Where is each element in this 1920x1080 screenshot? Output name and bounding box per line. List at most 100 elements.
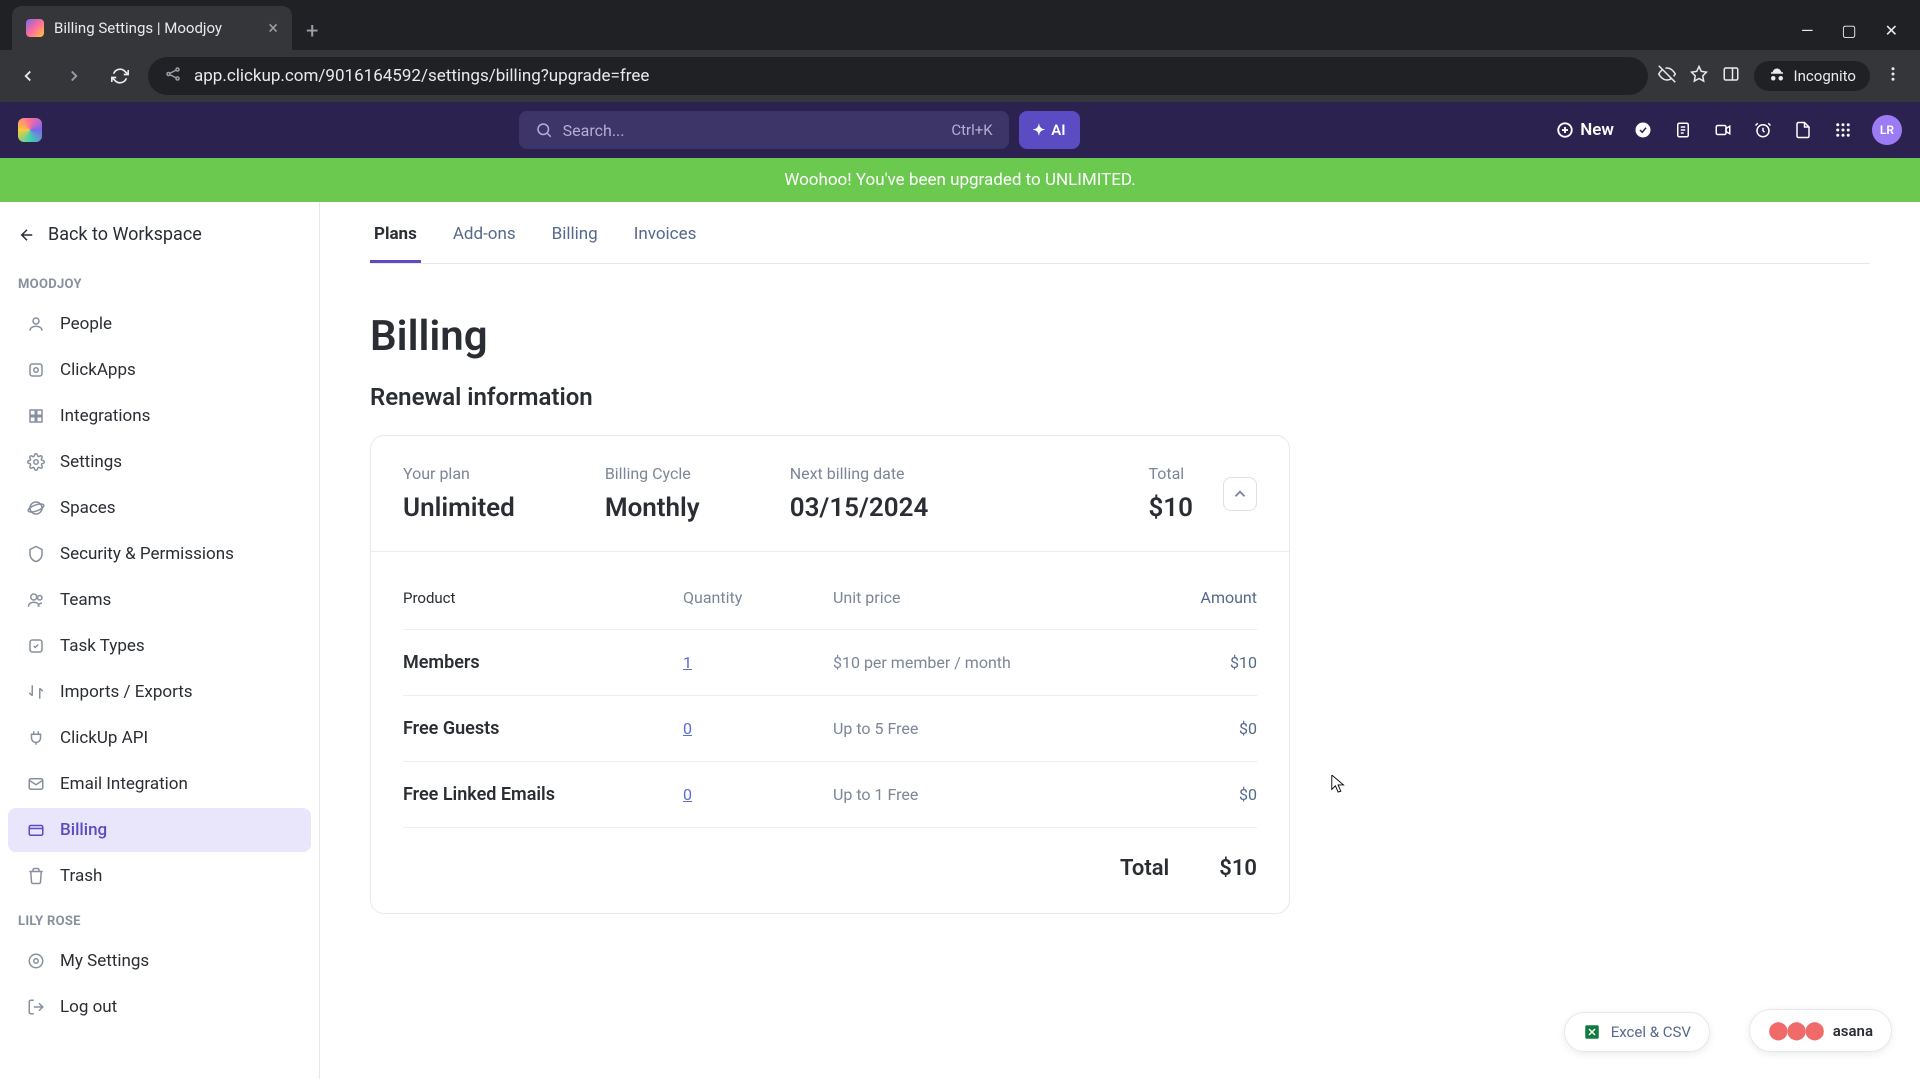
maximize-icon[interactable]: ▢: [1841, 21, 1856, 40]
excel-icon: [1583, 1023, 1601, 1041]
tab-addons[interactable]: Add-ons: [449, 224, 520, 263]
browser-tab-strip: Billing Settings | Moodjoy × + — ▢ ✕: [0, 0, 1920, 50]
sidebar-item-people[interactable]: People: [8, 302, 311, 346]
kebab-icon[interactable]: [1884, 65, 1902, 87]
search-input[interactable]: Search... Ctrl+K: [519, 111, 1009, 149]
sidebar-item-clickapps[interactable]: ClickApps: [8, 348, 311, 392]
incognito-badge[interactable]: Incognito: [1754, 61, 1870, 91]
reload-icon[interactable]: [102, 58, 138, 94]
search-shortcut: Ctrl+K: [951, 121, 992, 139]
plus-circle-icon: [1556, 121, 1574, 139]
collapse-button[interactable]: [1223, 477, 1257, 511]
table-row: Free Guests 0 Up to 5 Free $0: [403, 696, 1257, 762]
doc-icon[interactable]: [1792, 119, 1814, 141]
browser-tab[interactable]: Billing Settings | Moodjoy ×: [12, 6, 292, 50]
table-total: Total $10: [371, 828, 1289, 913]
main-content: Plans Add-ons Billing Invoices Billing R…: [320, 202, 1920, 1079]
favicon-icon: [26, 19, 44, 37]
settings-sidebar: Back to Workspace MOODJOY People ClickAp…: [0, 202, 320, 1079]
sidebar-item-settings[interactable]: Settings: [8, 440, 311, 484]
section-title: Renewal information: [370, 383, 1870, 411]
line-items-table: Product Quantity Unit price Amount Membe…: [371, 552, 1289, 828]
video-icon[interactable]: [1712, 119, 1734, 141]
page-title: Billing: [370, 312, 1870, 361]
search-icon: [535, 121, 553, 139]
planet-icon: [26, 499, 46, 517]
next-date-value: 03/15/2024: [790, 493, 929, 523]
settings-tabs: Plans Add-ons Billing Invoices: [370, 202, 1870, 264]
sidebar-item-logout[interactable]: Log out: [8, 985, 311, 1029]
qty-link[interactable]: 0: [683, 719, 833, 738]
forward-icon[interactable]: [56, 58, 92, 94]
sidebar-item-trash[interactable]: Trash: [8, 854, 311, 898]
browser-toolbar: app.clickup.com/9016164592/settings/bill…: [0, 50, 1920, 102]
cycle-value: Monthly: [605, 493, 700, 523]
notepad-icon[interactable]: [1672, 119, 1694, 141]
user-icon: [26, 315, 46, 333]
qty-link[interactable]: 0: [683, 785, 833, 804]
back-icon[interactable]: [10, 58, 46, 94]
users-icon: [26, 591, 46, 609]
gear-icon: [26, 952, 46, 970]
new-button[interactable]: New: [1556, 120, 1614, 140]
ai-button[interactable]: ✦ AI: [1019, 111, 1080, 149]
qty-link[interactable]: 1: [683, 653, 833, 672]
url-text: app.clickup.com/9016164592/settings/bill…: [194, 66, 649, 86]
sidebar-item-imports[interactable]: Imports / Exports: [8, 670, 311, 714]
arrow-left-icon: [18, 226, 36, 244]
sidebar-item-api[interactable]: ClickUp API: [8, 716, 311, 760]
plug-icon: [26, 729, 46, 747]
sidebar-item-my-settings[interactable]: My Settings: [8, 939, 311, 983]
sidebar-item-email[interactable]: Email Integration: [8, 762, 311, 806]
panel-icon[interactable]: [1722, 65, 1740, 87]
tab-invoices[interactable]: Invoices: [630, 224, 701, 263]
asana-pill[interactable]: ⬤⬤⬤ asana: [1749, 1009, 1892, 1052]
checkbox-icon: [26, 637, 46, 655]
logout-icon: [26, 998, 46, 1016]
card-icon: [26, 821, 46, 839]
total-label: Total: [1148, 464, 1193, 483]
table-row: Free Linked Emails 0 Up to 1 Free $0: [403, 762, 1257, 828]
clickup-logo-icon[interactable]: [18, 118, 42, 142]
bookmark-icon[interactable]: [1690, 65, 1708, 87]
close-window-icon[interactable]: ✕: [1885, 21, 1898, 40]
apps-grid-icon[interactable]: [1832, 119, 1854, 141]
sidebar-item-integrations[interactable]: Integrations: [8, 394, 311, 438]
sidebar-item-spaces[interactable]: Spaces: [8, 486, 311, 530]
sidebar-item-billing[interactable]: Billing: [8, 808, 311, 852]
site-info-icon[interactable]: [164, 65, 182, 88]
sidebar-section-workspace: MOODJOY: [0, 263, 319, 300]
chevron-up-icon: [1231, 485, 1249, 503]
puzzle-icon: [26, 407, 46, 425]
check-circle-icon[interactable]: [1632, 119, 1654, 141]
sidebar-section-user: LILY ROSE: [0, 900, 319, 937]
minimize-icon[interactable]: —: [1801, 21, 1814, 40]
window-controls: — ▢ ✕: [1779, 21, 1920, 50]
plan-label: Your plan: [403, 464, 515, 483]
tab-plans[interactable]: Plans: [370, 224, 421, 263]
swap-icon: [26, 683, 46, 701]
sliders-icon: [26, 361, 46, 379]
sidebar-item-task-types[interactable]: Task Types: [8, 624, 311, 668]
close-icon[interactable]: ×: [268, 18, 278, 39]
tab-billing[interactable]: Billing: [548, 224, 602, 263]
upgrade-banner: Woohoo! You've been upgraded to UNLIMITE…: [0, 158, 1920, 202]
table-row: Members 1 $10 per member / month $10: [403, 630, 1257, 696]
asana-icon: ⬤⬤⬤: [1768, 1020, 1822, 1041]
eye-off-icon[interactable]: [1658, 65, 1676, 87]
new-tab-button[interactable]: +: [292, 19, 332, 50]
alarm-icon[interactable]: [1752, 119, 1774, 141]
shield-icon: [26, 545, 46, 563]
url-bar[interactable]: app.clickup.com/9016164592/settings/bill…: [148, 57, 1648, 95]
sidebar-item-security[interactable]: Security & Permissions: [8, 532, 311, 576]
mail-icon: [26, 775, 46, 793]
total-value: $10: [1148, 493, 1193, 523]
sidebar-item-teams[interactable]: Teams: [8, 578, 311, 622]
renewal-card: Your plan Unlimited Billing Cycle Monthl…: [370, 435, 1290, 914]
plan-value: Unlimited: [403, 493, 515, 523]
back-to-workspace[interactable]: Back to Workspace: [0, 202, 319, 263]
avatar[interactable]: LR: [1872, 115, 1902, 145]
cycle-label: Billing Cycle: [605, 464, 700, 483]
excel-csv-pill[interactable]: Excel & CSV: [1564, 1012, 1710, 1052]
app-header: Search... Ctrl+K ✦ AI New LR: [0, 102, 1920, 158]
